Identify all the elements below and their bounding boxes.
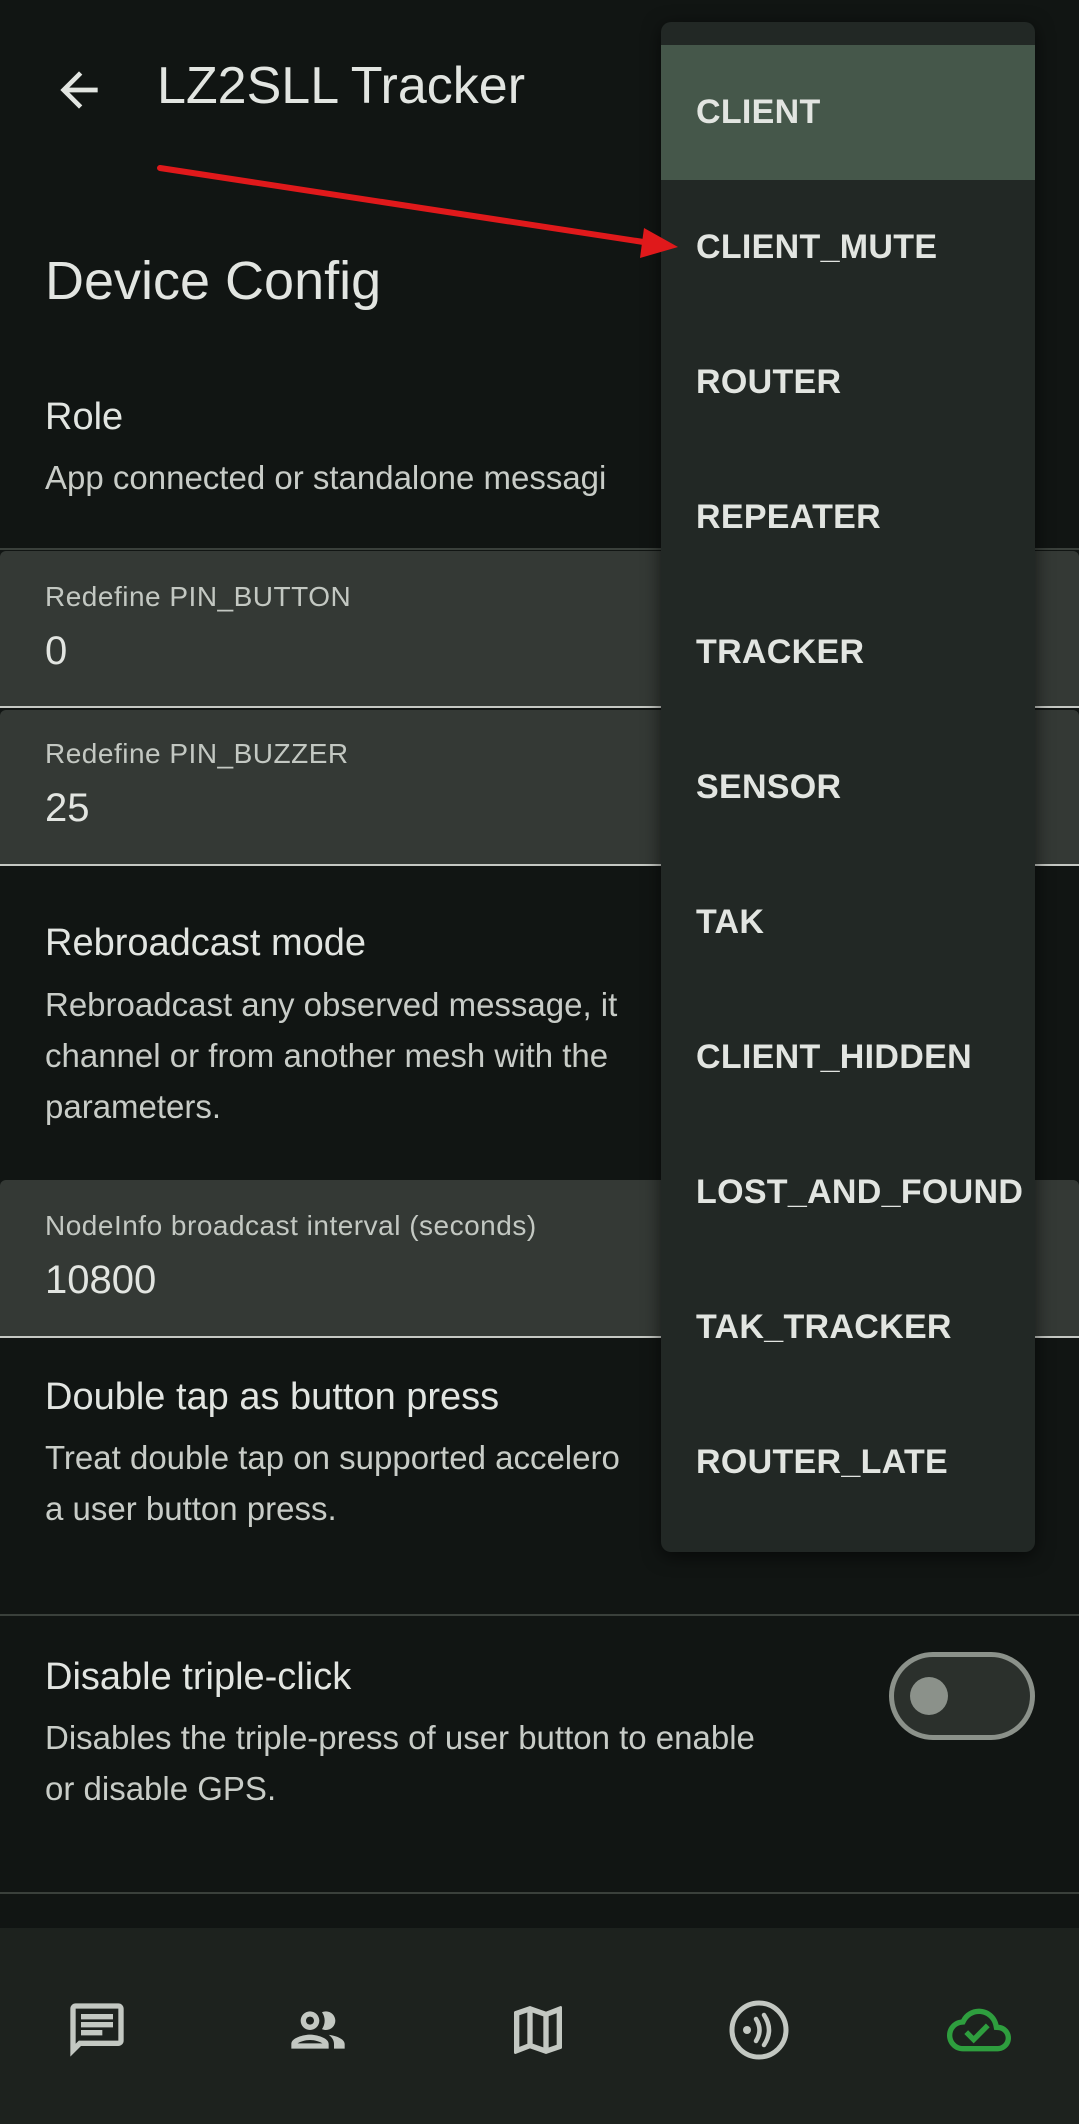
menu-item-lost-and-found[interactable]: LOST_AND_FOUND	[661, 1125, 1035, 1260]
device-config-screen: LZ2SLL Tracker Device Config Role App co…	[0, 0, 1079, 2124]
triple-click-toggle[interactable]	[889, 1652, 1035, 1740]
pin-button-label: Redefine PIN_BUTTON	[45, 581, 352, 612]
divider	[0, 1892, 1079, 1894]
double-tap-desc-line: a user button press.	[45, 1490, 337, 1527]
pin-buzzer-value: 25	[45, 786, 90, 830]
role-dropdown-menu: CLIENT CLIENT_MUTE ROUTER REPEATER TRACK…	[661, 22, 1035, 1552]
menu-item-router[interactable]: ROUTER	[661, 315, 1035, 450]
triple-click-description: Disables the triple-press of user button…	[45, 1712, 755, 1814]
bottom-navigation	[0, 1928, 1079, 2124]
nav-map[interactable]	[506, 1998, 570, 2062]
contacts-icon	[291, 2011, 345, 2049]
double-tap-description: Treat double tap on supported accelero a…	[45, 1432, 620, 1534]
menu-item-tak[interactable]: TAK	[661, 855, 1035, 990]
rebroadcast-desc-line: channel or from another mesh with the	[45, 1037, 609, 1074]
double-tap-desc-line: Treat double tap on supported accelero	[45, 1439, 620, 1476]
section-title: Device Config	[45, 251, 382, 311]
back-button[interactable]	[44, 55, 114, 125]
triple-click-desc-line: or disable GPS.	[45, 1770, 277, 1807]
rebroadcast-description: Rebroadcast any observed message, it cha…	[45, 979, 617, 1132]
messages-icon	[70, 2003, 124, 2057]
cloud-connected-icon	[947, 2008, 1011, 2052]
app-title: LZ2SLL Tracker	[157, 57, 526, 115]
rebroadcast-title: Rebroadcast mode	[45, 922, 367, 964]
arrow-back-icon	[60, 71, 98, 109]
pin-buzzer-label: Redefine PIN_BUZZER	[45, 738, 349, 769]
double-tap-title: Double tap as button press	[45, 1376, 500, 1418]
nav-messages[interactable]	[65, 1998, 129, 2062]
triple-click-title: Disable triple-click	[45, 1656, 352, 1698]
menu-item-tracker[interactable]: TRACKER	[661, 585, 1035, 720]
nav-channels[interactable]	[727, 1998, 791, 2062]
menu-item-tak-tracker[interactable]: TAK_TRACKER	[661, 1260, 1035, 1395]
nav-connection[interactable]	[947, 1998, 1011, 2062]
menu-item-sensor[interactable]: SENSOR	[661, 720, 1035, 855]
rebroadcast-desc-line: Rebroadcast any observed message, it	[45, 986, 618, 1023]
role-description: App connected or standalone messagi	[45, 459, 607, 496]
rebroadcast-desc-line: parameters.	[45, 1088, 222, 1125]
channel-icon	[729, 2000, 789, 2060]
menu-item-client-mute[interactable]: CLIENT_MUTE	[661, 180, 1035, 315]
menu-item-client[interactable]: CLIENT	[661, 45, 1035, 180]
toggle-thumb	[910, 1677, 948, 1715]
pin-button-value: 0	[45, 629, 68, 673]
nodeinfo-interval-value: 10800	[45, 1258, 157, 1302]
map-icon	[514, 2006, 562, 2054]
triple-click-desc-line: Disables the triple-press of user button…	[45, 1719, 755, 1756]
nav-contacts[interactable]	[286, 1998, 350, 2062]
menu-item-router-late[interactable]: ROUTER_LATE	[661, 1395, 1035, 1530]
nodeinfo-interval-label: NodeInfo broadcast interval (seconds)	[45, 1210, 537, 1241]
role-title: Role	[45, 396, 124, 438]
menu-item-client-hidden[interactable]: CLIENT_HIDDEN	[661, 990, 1035, 1125]
menu-item-repeater[interactable]: REPEATER	[661, 450, 1035, 585]
